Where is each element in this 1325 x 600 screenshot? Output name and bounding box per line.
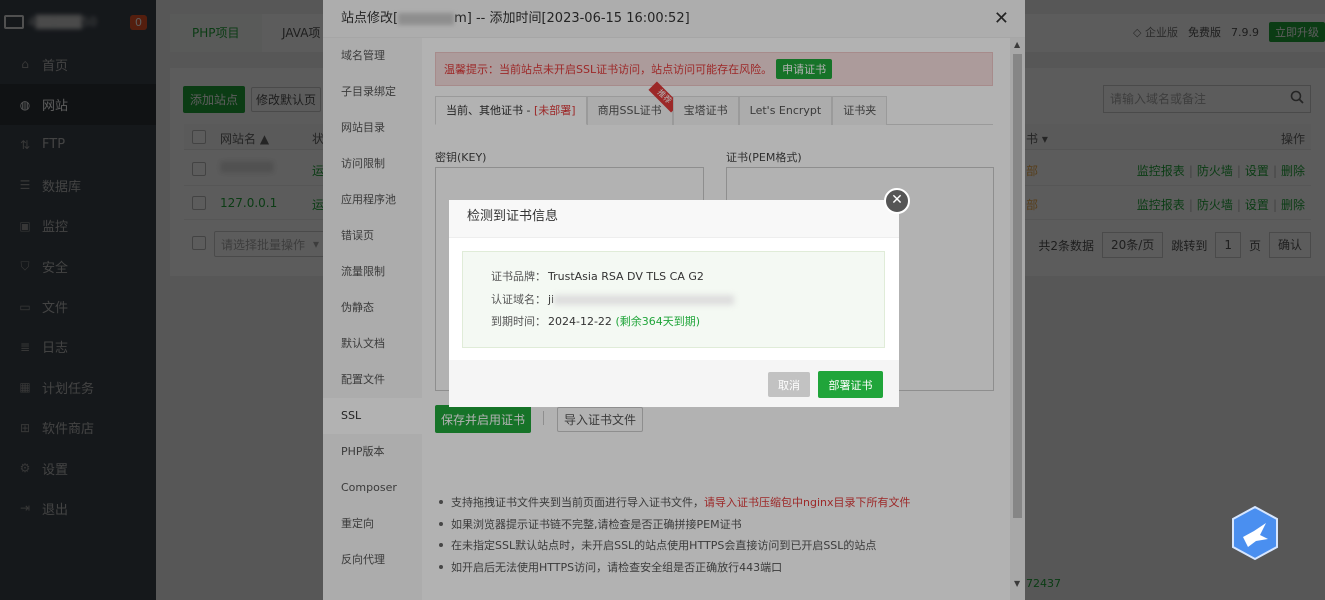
dialog-title: 检测到证书信息 [449, 200, 899, 238]
cert-domain-row: 认证域名： ji [491, 291, 884, 314]
cancel-button[interactable]: 取消 [768, 372, 810, 397]
cert-brand-row: 证书品牌： TrustAsia RSA DV TLS CA G2 [491, 270, 704, 283]
dialog-footer: 取消 部署证书 [449, 360, 899, 407]
cert-remaining: (剩余364天到期) [615, 315, 701, 328]
cert-expiry-row: 到期时间： 2024-12-22 (剩余364天到期) [491, 315, 701, 328]
cert-detect-dialog: 检测到证书信息 证书品牌： TrustAsia RSA DV TLS CA G2 … [449, 200, 899, 407]
cert-domain-redacted [554, 294, 735, 305]
close-icon[interactable]: ✕ [884, 188, 910, 214]
cert-brand: TrustAsia RSA DV TLS CA G2 [548, 270, 704, 283]
deploy-cert-button[interactable]: 部署证书 [818, 371, 883, 398]
cert-expiry: 2024-12-22 [548, 315, 612, 328]
cert-info-box: 证书品牌： TrustAsia RSA DV TLS CA G2 认证域名： ji … [462, 251, 885, 348]
assistant-bird-icon[interactable] [1230, 505, 1280, 561]
